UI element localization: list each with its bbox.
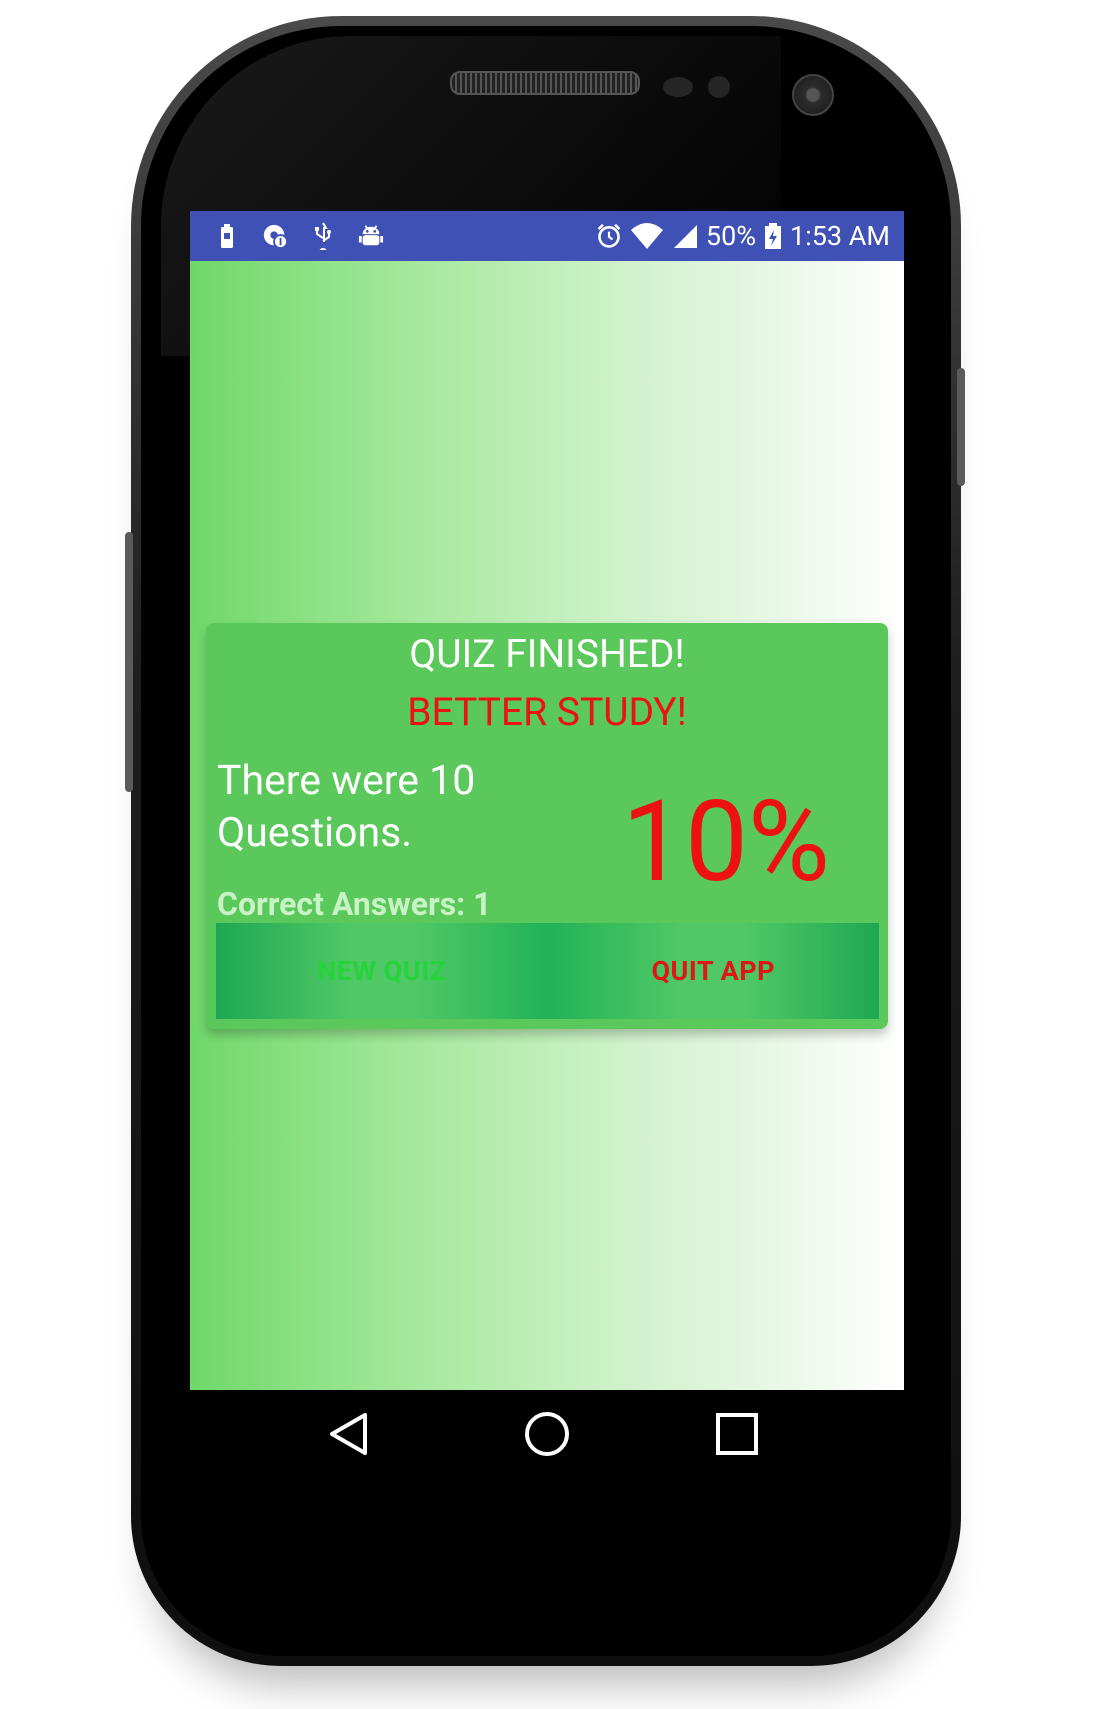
question-count-text: There were 10 Questions. <box>217 757 476 857</box>
earpiece-speaker <box>450 71 640 95</box>
correct-answers-text: Correct Answers: 1 <box>217 885 492 923</box>
new-quiz-button[interactable]: NEW QUIZ <box>216 923 548 1019</box>
front-camera <box>792 74 834 116</box>
battery-charging-icon <box>764 223 782 249</box>
signal-icon <box>672 223 698 249</box>
system-status: 50% 1:53 AM <box>596 220 890 252</box>
score-percent: 10% <box>622 777 830 908</box>
wifi-icon <box>630 223 664 249</box>
alarm-icon <box>596 223 622 249</box>
app-content: QUIZ FINISHED! BETTER STUDY! There were … <box>190 261 904 1390</box>
quiz-finished-title: QUIZ FINISHED! <box>409 631 685 677</box>
notification-icons <box>214 222 384 250</box>
battery-percent: 50% <box>705 220 757 252</box>
device-screen: 50% 1:53 AM QUIZ FINISHED! BETTER STUDY!… <box>190 211 904 1478</box>
verdict-text: BETTER STUDY! <box>407 689 687 735</box>
navigation-bar <box>190 1390 904 1478</box>
home-icon[interactable] <box>521 1408 573 1460</box>
battery-saver-icon <box>214 223 240 249</box>
proximity-sensor <box>663 77 693 97</box>
action-buttons: NEW QUIZ QUIT APP <box>216 923 879 1019</box>
light-sensor <box>708 76 730 98</box>
status-bar: 50% 1:53 AM <box>190 211 904 261</box>
quit-app-button[interactable]: QUIT APP <box>547 923 879 1019</box>
result-card: QUIZ FINISHED! BETTER STUDY! There were … <box>206 623 888 1029</box>
usb-icon <box>310 222 336 250</box>
clock: 1:53 AM <box>790 220 890 252</box>
power-button <box>957 368 965 486</box>
sync-icon <box>262 223 288 249</box>
back-icon[interactable] <box>322 1408 374 1460</box>
android-debug-icon <box>358 223 384 249</box>
volume-button <box>125 532 133 792</box>
recents-icon[interactable] <box>711 1408 763 1460</box>
